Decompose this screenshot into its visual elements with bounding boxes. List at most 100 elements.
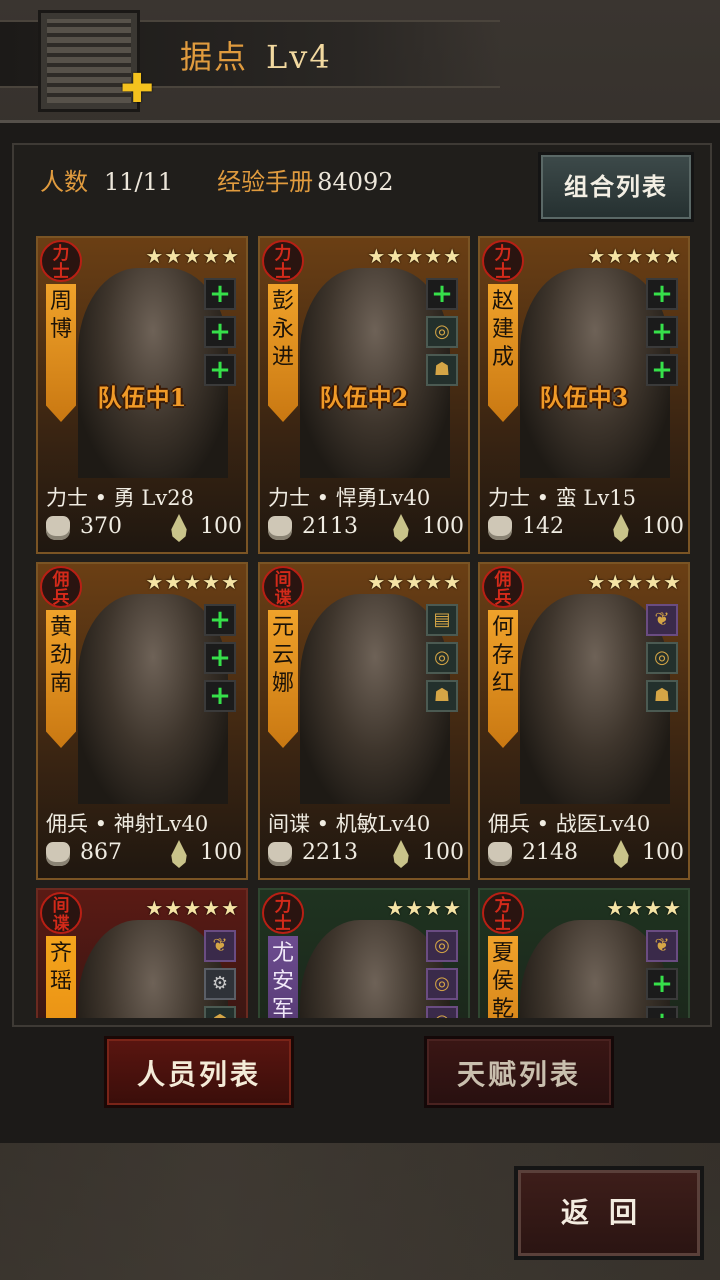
character-stats: 142 100	[488, 514, 684, 544]
page-title: 据点 Lv4	[180, 32, 332, 78]
herb-equipment-icon[interactable]: ❦	[204, 930, 236, 962]
star-rating: ★★★★★	[145, 570, 240, 594]
class-level-label: 佣兵 • 神射Lv40	[46, 812, 209, 836]
character-card[interactable]: 佣兵 ★★★★★ 何存红 ❦ ◎ ☗ 佣兵 • 战医Lv40 2148 100	[478, 562, 690, 880]
stamina-drop-icon	[171, 514, 187, 542]
power-value: 2113	[302, 514, 358, 539]
team-status-label: 队伍中3	[539, 383, 629, 412]
talent-list-button[interactable]: 天赋列表	[424, 1036, 614, 1108]
add-equipment-icon[interactable]: +	[646, 316, 678, 348]
character-card[interactable]: 方士 ★★★★ 夏侯乾 ❦ + +	[478, 888, 690, 1018]
add-equipment-icon[interactable]: +	[204, 316, 236, 348]
stamina-value: 100	[642, 840, 684, 865]
power-value: 142	[522, 514, 564, 539]
star-rating: ★★★★	[386, 896, 462, 920]
character-stats: 867 100	[46, 840, 242, 870]
character-card[interactable]: 佣兵 ★★★★★ 黄劲南 + + + 佣兵 • 神射Lv40 867 100	[36, 562, 248, 880]
power-value: 867	[80, 840, 122, 865]
count-label: 人数	[40, 168, 88, 196]
star-rating: ★★★★★	[145, 896, 240, 920]
class-badge: 佣兵	[40, 566, 82, 608]
stamina-drop-icon	[613, 514, 629, 542]
mask-equipment-icon[interactable]: ☗	[426, 680, 458, 712]
power-value: 370	[80, 514, 122, 539]
star-rating: ★★★★★	[587, 244, 682, 268]
star-rating: ★★★★	[606, 896, 682, 920]
title-text: 据点	[180, 38, 249, 76]
exp-value: 84092	[317, 168, 394, 196]
ring-equipment-icon[interactable]: ◎	[426, 1006, 458, 1018]
character-card[interactable]: 间谍 ★★★★★ 元云娜 ▤ ◎ ☗ 间谍 • 机敏Lv40 2213 100	[258, 562, 470, 880]
star-rating: ★★★★★	[367, 570, 462, 594]
combo-list-button[interactable]: 组合列表	[538, 152, 694, 222]
character-card[interactable]: 力士 ★★★★★ 赵建成 + + + 队伍中3 力士 • 蛮 Lv15 142 100	[478, 236, 690, 554]
class-badge: 力士	[262, 240, 304, 282]
character-grid[interactable]: 力士 ★★★★★ 周博 + + + 队伍中1 力士 • 勇 Lv28 370 100 力士 ★★★★★…	[36, 236, 692, 1018]
character-card[interactable]: 间谍 ★★★★★ 齐瑶 ❦ ⚙ ☗	[36, 888, 248, 1018]
ring-equipment-icon[interactable]: ◎	[426, 930, 458, 962]
character-name: 何存红	[488, 610, 518, 748]
ring-equipment-icon[interactable]: ◎	[646, 642, 678, 674]
add-equipment-icon[interactable]: +	[204, 604, 236, 636]
character-card[interactable]: 力士 ★★★★★ 彭永进 + ◎ ☗ 队伍中2 力士 • 悍勇Lv40 2113 100	[258, 236, 470, 554]
stamina-drop-icon	[171, 840, 187, 868]
character-stats: 2113 100	[268, 514, 464, 544]
add-equipment-icon[interactable]: +	[646, 1006, 678, 1018]
people-list-button[interactable]: 人员列表	[104, 1036, 294, 1108]
add-equipment-icon[interactable]: +	[204, 278, 236, 310]
stamina-drop-icon	[613, 840, 629, 868]
add-equipment-icon[interactable]: +	[646, 968, 678, 1000]
book-equipment-icon[interactable]: ▤	[426, 604, 458, 636]
base-level: Lv4	[266, 38, 332, 76]
class-badge: 方士	[482, 892, 524, 934]
count-value: 11/11	[104, 168, 174, 196]
class-level-label: 力士 • 勇 Lv28	[46, 486, 194, 510]
class-level-label: 力士 • 蛮 Lv15	[488, 486, 636, 510]
back-button[interactable]: 返回	[514, 1166, 704, 1260]
character-card[interactable]: 力士 ★★★★★ 周博 + + + 队伍中1 力士 • 勇 Lv28 370 100	[36, 236, 248, 554]
character-card[interactable]: 力士 ★★★★ 尤安军 ◎ ◎ ◎	[258, 888, 470, 1018]
stamina-drop-icon	[393, 514, 409, 542]
character-name: 夏侯乾	[488, 936, 518, 1018]
stamina-value: 100	[642, 514, 684, 539]
class-badge: 佣兵	[482, 566, 524, 608]
stamina-value: 100	[200, 840, 242, 865]
add-equipment-icon[interactable]: +	[646, 278, 678, 310]
power-fist-icon	[46, 842, 70, 866]
character-name: 尤安军	[268, 936, 298, 1018]
gear-equipment-icon[interactable]: ⚙	[204, 968, 236, 1000]
ring-equipment-icon[interactable]: ◎	[426, 968, 458, 1000]
character-stats: 370 100	[46, 514, 242, 544]
add-equipment-icon[interactable]: +	[204, 642, 236, 674]
ring-equipment-icon[interactable]: ◎	[426, 316, 458, 348]
stats-row: 人数 11/11 经验手册 84092	[40, 162, 394, 197]
power-value: 2213	[302, 840, 358, 865]
team-status-label: 队伍中1	[97, 383, 187, 412]
mask-equipment-icon[interactable]: ☗	[204, 1006, 236, 1018]
mask-equipment-icon[interactable]: ☗	[646, 680, 678, 712]
upgrade-plus-icon[interactable]: ✚	[120, 69, 154, 109]
character-stats: 2148 100	[488, 840, 684, 870]
herb-equipment-icon[interactable]: ❦	[646, 930, 678, 962]
power-fist-icon	[268, 842, 292, 866]
stamina-value: 100	[422, 514, 464, 539]
power-fist-icon	[488, 842, 512, 866]
character-name: 黄劲南	[46, 610, 76, 748]
star-rating: ★★★★★	[145, 244, 240, 268]
stamina-value: 100	[422, 840, 464, 865]
power-value: 2148	[522, 840, 578, 865]
ring-equipment-icon[interactable]: ◎	[426, 642, 458, 674]
class-badge: 间谍	[262, 566, 304, 608]
star-rating: ★★★★★	[587, 570, 682, 594]
class-level-label: 佣兵 • 战医Lv40	[488, 812, 651, 836]
class-badge: 间谍	[40, 892, 82, 934]
add-equipment-icon[interactable]: +	[426, 278, 458, 310]
team-status-label: 队伍中2	[319, 383, 409, 412]
add-equipment-icon[interactable]: +	[204, 680, 236, 712]
stamina-value: 100	[200, 514, 242, 539]
class-badge: 力士	[40, 240, 82, 282]
character-stats: 2213 100	[268, 840, 464, 870]
class-badge: 力士	[262, 892, 304, 934]
class-level-label: 间谍 • 机敏Lv40	[268, 812, 431, 836]
herb-equipment-icon[interactable]: ❦	[646, 604, 678, 636]
